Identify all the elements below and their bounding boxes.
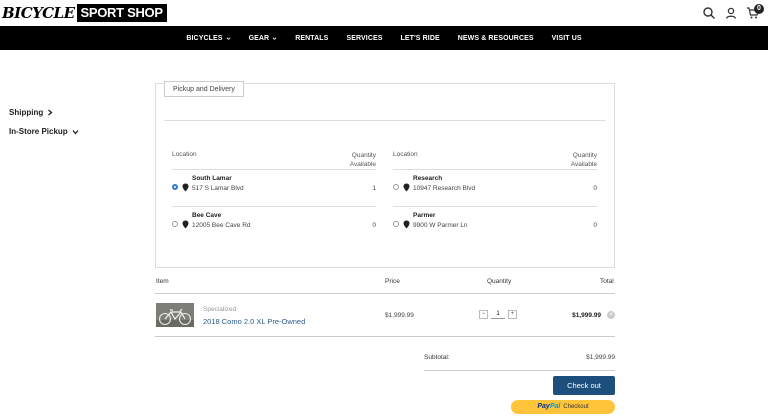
paypal-logo-pay: Pay [537, 403, 550, 410]
location-table-header: Location Quantity Available [172, 151, 376, 169]
nav-item-bicycles[interactable]: BICYCLES [184, 35, 232, 42]
location-address: 517 S Lamar Blvd [192, 185, 244, 192]
map-pin-icon [403, 220, 410, 229]
location-address: 9900 W Parmer Ln [413, 222, 468, 229]
chevron-down-icon [272, 36, 277, 40]
account-icon[interactable] [724, 6, 738, 20]
logo-sport-shop-text: SPORT SHOP [76, 4, 167, 22]
instore-pickup-option[interactable]: In-Store Pickup [9, 127, 79, 136]
map-pin-icon [182, 220, 189, 229]
product-name-link[interactable]: 2018 Como 2.0 XL Pre-Owned [203, 317, 305, 326]
subtotal-value: $1,999.99 [586, 354, 615, 361]
cart-header-price: Price [385, 278, 400, 285]
cart-header-quantity: Quantity [487, 278, 512, 285]
decrease-quantity-button[interactable]: − [479, 309, 488, 319]
nav-item-label: VISIT US [551, 34, 582, 42]
bicycle-image [156, 303, 194, 327]
product-price: $1,999.99 [385, 312, 414, 319]
tab-pickup-delivery[interactable]: Pickup and Delivery [164, 81, 244, 97]
line-total: $1,999.99 [572, 312, 601, 319]
instore-pickup-label: In-Store Pickup [9, 127, 68, 136]
location-row-research[interactable]: Research 10947 Research Blvd 0 [393, 169, 597, 206]
location-header: Location [393, 151, 418, 158]
site-logo[interactable]: BICYCLE SPORT SHOP [2, 4, 167, 22]
location-column-left: Location Quantity Available South Lamar … [172, 151, 376, 243]
location-quantity: 0 [593, 222, 597, 229]
subtotal-label: Subtotal: [424, 354, 450, 361]
nav-item-label: GEAR [248, 34, 270, 42]
location-quantity: 1 [372, 185, 376, 192]
location-name: Research [413, 175, 443, 182]
location-row-south-lamar[interactable]: South Lamar 517 S Lamar Blvd 1 [172, 169, 376, 206]
nav-item-label: RENTALS [295, 34, 329, 42]
paypal-checkout-button[interactable]: PayPal Checkout [511, 400, 615, 414]
location-table-header: Location Quantity Available [393, 151, 597, 169]
chevron-down-icon [226, 36, 231, 40]
logo-bicycle-text: BICYCLE [2, 4, 75, 22]
quantity-input[interactable]: 1 [491, 309, 505, 319]
location-column-right: Location Quantity Available Research 109… [393, 151, 597, 243]
nav-item-label: NEWS & RESOURCES [457, 34, 534, 42]
checkout-button[interactable]: Check out [553, 376, 615, 395]
header-icons: 0 [702, 4, 764, 20]
remove-item-button[interactable]: × [607, 311, 615, 319]
divider [155, 336, 615, 337]
location-radio[interactable] [393, 184, 399, 190]
paypal-logo-pal: Pal [549, 403, 561, 410]
chevron-right-icon [48, 109, 53, 116]
location-row-bee-cave[interactable]: Bee Cave 12005 Bee Cave Rd 0 [172, 206, 376, 243]
quantity-stepper: − 1 + [479, 309, 517, 319]
main-nav: BICYCLES GEAR RENTALS SERVICES LET'S RID… [0, 26, 768, 50]
map-pin-icon [182, 183, 189, 192]
nav-item-rentals[interactable]: RENTALS [293, 35, 330, 42]
divider [424, 370, 615, 371]
location-quantity: 0 [372, 222, 376, 229]
quantity-available-header: Quantity Available [349, 152, 376, 168]
location-quantity: 0 [593, 185, 597, 192]
location-radio[interactable] [172, 184, 178, 190]
location-radio[interactable] [393, 221, 399, 227]
divider [164, 120, 606, 121]
nav-item-news-resources[interactable]: NEWS & RESOURCES [456, 35, 536, 42]
nav-item-label: BICYCLES [186, 34, 223, 42]
nav-item-services[interactable]: SERVICES [344, 35, 384, 42]
shipping-label: Shipping [9, 108, 44, 117]
product-thumbnail[interactable] [156, 303, 194, 327]
paypal-checkout-label: Checkout [563, 404, 589, 410]
quantity-available-header: Quantity Available [570, 152, 597, 168]
location-name: Parmer [413, 212, 436, 219]
map-pin-icon [403, 183, 410, 192]
cart-count-badge: 0 [754, 4, 764, 14]
chevron-down-icon [72, 129, 79, 135]
product-brand: Specialized [203, 306, 237, 313]
location-name: South Lamar [192, 175, 232, 182]
nav-item-gear[interactable]: GEAR [247, 35, 280, 42]
cart-header-item: Item [156, 278, 169, 285]
nav-item-label: LET'S RIDE [400, 34, 440, 42]
location-header: Location [172, 151, 197, 158]
location-row-parmer[interactable]: Parmer 9900 W Parmer Ln 0 [393, 206, 597, 243]
cart-header-total: Total [600, 278, 614, 285]
location-radio[interactable] [172, 221, 178, 227]
nav-item-lets-ride[interactable]: LET'S RIDE [399, 35, 442, 42]
divider [155, 293, 615, 294]
increase-quantity-button[interactable]: + [508, 309, 517, 319]
nav-item-visit-us[interactable]: VISIT US [550, 35, 584, 42]
cart-icon[interactable]: 0 [746, 4, 764, 20]
location-address: 12005 Bee Cave Rd [192, 222, 251, 229]
nav-item-label: SERVICES [346, 34, 383, 42]
shipping-option[interactable]: Shipping [9, 108, 53, 117]
search-icon[interactable] [702, 6, 716, 20]
site-header: BICYCLE SPORT SHOP 0 [0, 0, 768, 26]
location-name: Bee Cave [192, 212, 222, 219]
location-address: 10947 Research Blvd [413, 185, 476, 192]
